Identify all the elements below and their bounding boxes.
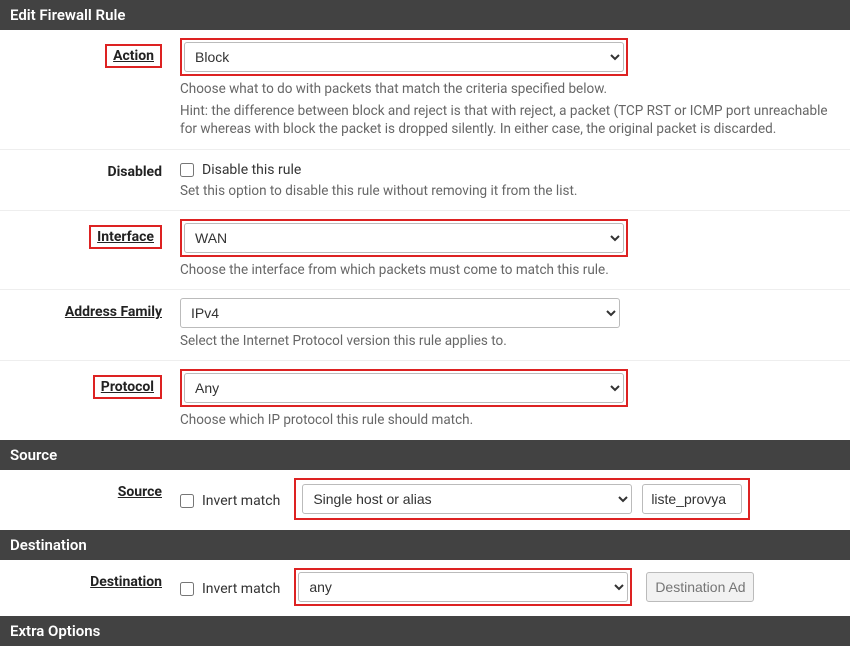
address-family-select[interactable]: IPv4 (180, 298, 620, 328)
action-select[interactable]: Block (184, 42, 624, 72)
label-disabled: Disabled (0, 158, 180, 200)
panel-header-source: Source (0, 440, 850, 470)
address-family-help: Select the Internet Protocol version thi… (180, 332, 842, 350)
label-action: Action (0, 38, 180, 139)
protocol-select[interactable]: Any (184, 373, 624, 403)
label-source: Source (0, 478, 180, 520)
disabled-checkbox[interactable] (180, 163, 194, 177)
source-invert-label: Invert match (202, 493, 280, 509)
row-address-family: Address Family IPv4 Select the Internet … (0, 290, 850, 361)
disabled-checkbox-label: Disable this rule (202, 162, 301, 178)
destination-type-select[interactable]: any (298, 572, 628, 602)
row-protocol: Protocol Any Choose which IP protocol th… (0, 361, 850, 439)
label-action-text: Action (113, 48, 154, 64)
label-address-family: Address Family (0, 298, 180, 350)
row-source: Source Invert match Single host or alias (0, 470, 850, 530)
disabled-help: Set this option to disable this rule wit… (180, 182, 842, 200)
interface-select[interactable]: WAN (184, 223, 624, 253)
label-protocol-text: Protocol (101, 379, 154, 395)
destination-invert-checkbox[interactable] (180, 582, 194, 596)
panel-header-edit: Edit Firewall Rule (0, 0, 850, 30)
label-protocol: Protocol (0, 369, 180, 429)
source-alias-input[interactable] (642, 484, 742, 514)
source-invert-checkbox[interactable] (180, 494, 194, 508)
protocol-help: Choose which IP protocol this rule shoul… (180, 411, 842, 429)
row-interface: Interface WAN Choose the interface from … (0, 211, 850, 290)
destination-invert-label: Invert match (202, 581, 280, 597)
action-help2: Hint: the difference between block and r… (180, 102, 842, 138)
action-help1: Choose what to do with packets that matc… (180, 80, 842, 98)
destination-address-input[interactable] (646, 572, 754, 602)
interface-help: Choose the interface from which packets … (180, 261, 842, 279)
source-selects-group: Single host or alias (294, 478, 750, 520)
source-type-select[interactable]: Single host or alias (302, 484, 632, 514)
row-action: Action Block Choose what to do with pack… (0, 30, 850, 150)
label-destination: Destination (0, 568, 180, 606)
label-interface-text: Interface (97, 229, 154, 245)
label-interface: Interface (0, 219, 180, 279)
row-destination: Destination Invert match any (0, 560, 850, 616)
row-disabled: Disabled Disable this rule Set this opti… (0, 150, 850, 211)
panel-header-extra: Extra Options (0, 616, 850, 646)
panel-header-destination: Destination (0, 530, 850, 560)
